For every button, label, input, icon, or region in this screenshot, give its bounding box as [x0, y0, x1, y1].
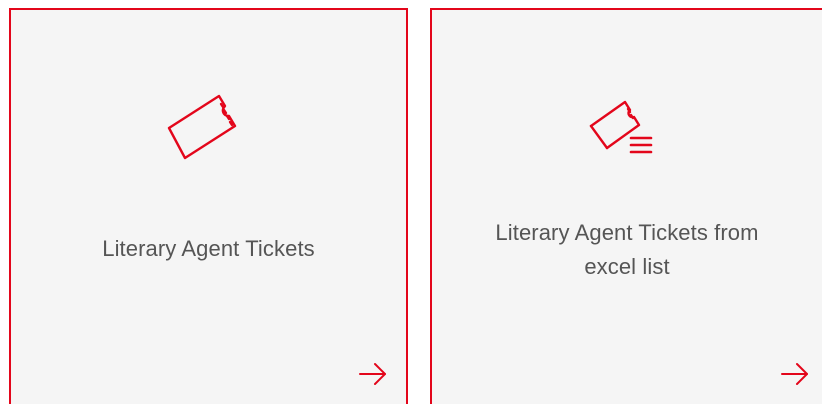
- arrow-right-icon[interactable]: [358, 362, 388, 386]
- literary-agent-tickets-card[interactable]: Literary Agent Tickets: [9, 8, 408, 404]
- arrow-right-icon[interactable]: [780, 362, 810, 386]
- ticket-list-icon: [579, 82, 675, 174]
- ticket-options-panel: Literary Agent Tickets Literary Agent Ti…: [0, 0, 822, 404]
- card-label: Literary Agent Tickets from excel list: [495, 220, 759, 279]
- ticket-icon: [161, 76, 257, 168]
- card-label: Literary Agent Tickets: [102, 236, 315, 261]
- literary-agent-tickets-excel-card[interactable]: Literary Agent Tickets from excel list: [430, 8, 822, 404]
